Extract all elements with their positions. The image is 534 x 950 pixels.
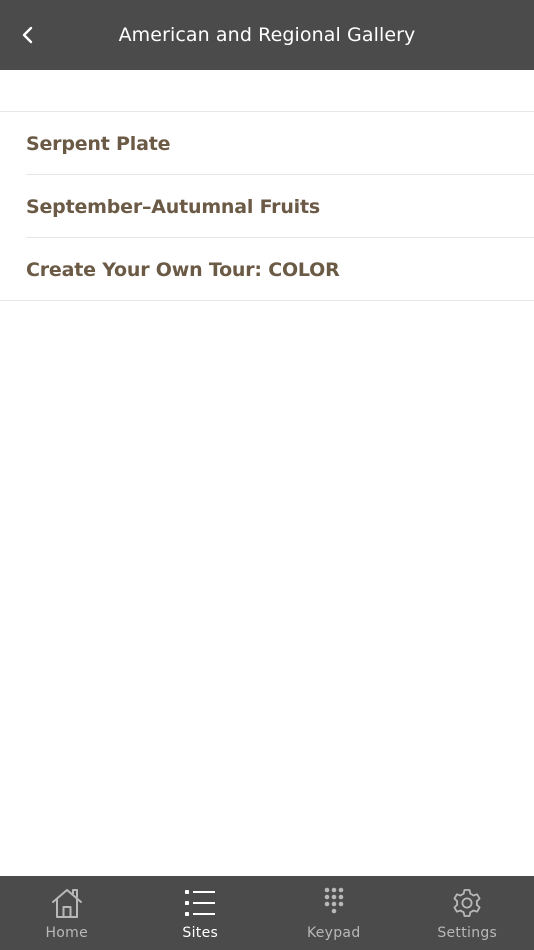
home-icon: [51, 889, 82, 918]
list-item-create-your-own-tour[interactable]: Create Your Own Tour: COLOR: [0, 238, 534, 301]
divider: [0, 300, 534, 301]
list-item-label: Serpent Plate: [26, 132, 171, 155]
list-item-serpent-plate[interactable]: Serpent Plate: [0, 112, 534, 175]
keypad-icon: [324, 887, 344, 914]
tab-label: Keypad: [306, 925, 361, 941]
gear-icon: [453, 889, 481, 917]
header-bar: American and Regional Gallery: [0, 0, 534, 70]
list-item-september-autumnal-fruits[interactable]: September–Autumnal Fruits: [0, 175, 534, 238]
tab-sites[interactable]: Sites: [134, 876, 268, 950]
tab-home[interactable]: Home: [0, 876, 134, 950]
list-item-label: Create Your Own Tour: COLOR: [26, 258, 340, 281]
page-title: American and Regional Gallery: [118, 24, 416, 46]
tab-keypad[interactable]: Keypad: [267, 876, 401, 950]
tab-label: Settings: [437, 925, 498, 941]
list-spacer: [0, 70, 534, 112]
list-item-label: September–Autumnal Fruits: [26, 195, 320, 218]
tab-label: Home: [45, 925, 89, 941]
stops-list: Serpent Plate September–Autumnal Fruits …: [0, 70, 534, 301]
app-screen: American and Regional Gallery Serpent Pl…: [0, 0, 534, 950]
chevron-left-icon: [22, 26, 33, 44]
tab-label: Sites: [182, 925, 219, 941]
list-icon: [185, 890, 216, 916]
back-button[interactable]: [10, 15, 46, 55]
bottom-tab-bar: Home Sites Keypad Settings: [0, 876, 534, 950]
tab-settings[interactable]: Settings: [401, 876, 534, 950]
